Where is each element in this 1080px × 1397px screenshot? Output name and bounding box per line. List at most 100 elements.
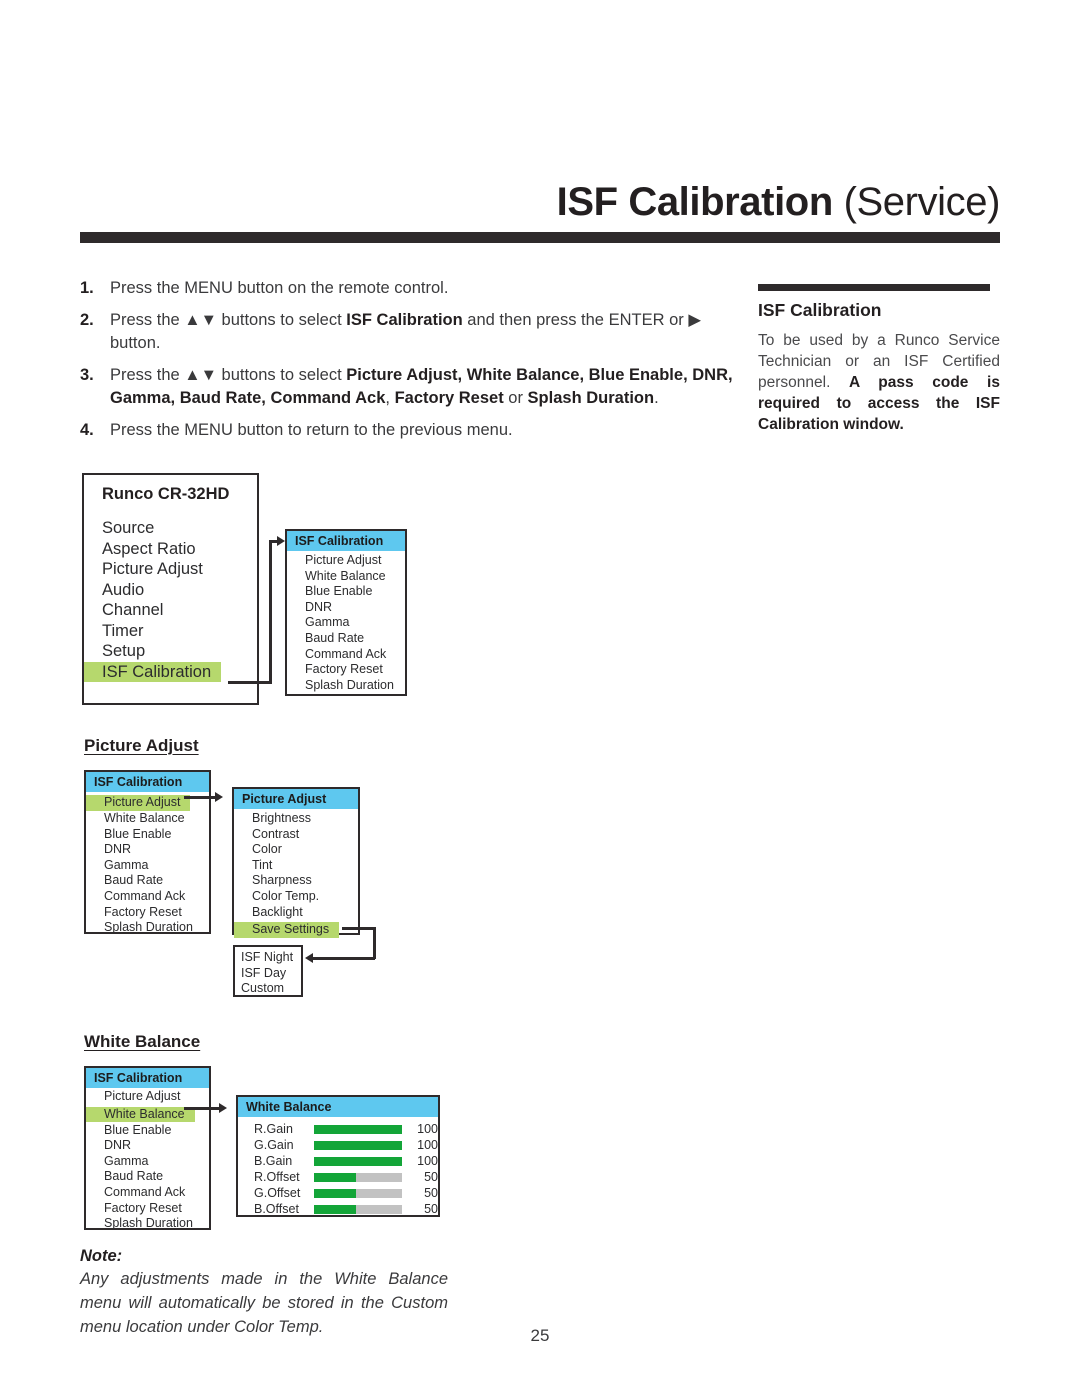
wb-menu-item[interactable]: Command Ack [86,1185,209,1201]
submenu-item[interactable]: Baud Rate [287,631,405,647]
table-row: R.Gain 100 [238,1121,438,1137]
save-connector-v [373,927,376,959]
wb-row-value: 50 [424,1186,438,1200]
step-number: 4. [80,421,94,439]
pa-submenu-item[interactable]: Sharpness [234,873,358,889]
submenu-item[interactable]: White Balance [287,569,405,585]
wb-row-label: G.Offset [254,1186,301,1200]
pa-menu-item[interactable]: DNR [86,842,209,858]
menu-item[interactable]: Channel [84,601,163,619]
table-row: G.Offset 50 [238,1185,438,1201]
pa-submenu-item[interactable]: Backlight [234,905,358,921]
wb-menu-item[interactable]: Factory Reset [86,1201,209,1217]
wb-menu-item-selected[interactable]: White Balance [86,1106,195,1123]
wb-connector-line [184,1107,220,1110]
wb-slider-track[interactable] [313,1140,403,1150]
pa-menu-item[interactable]: Command Ack [86,889,209,905]
pa-submenu-item[interactable]: Tint [234,858,358,874]
connector-line-h [228,681,272,684]
pa-popup-box: ISF Night ISF Day Custom [233,945,303,997]
diagram-main-menu-box: Runco CR-32HD Source Aspect Ratio Pictur… [82,473,259,705]
wb-menu-item[interactable]: DNR [86,1138,209,1154]
submenu-item[interactable]: Blue Enable [287,584,405,600]
wb-connector-arrow-icon [219,1103,227,1113]
wb-slider-fill [313,1124,403,1134]
wb-row-value: 100 [417,1154,438,1168]
popup-item[interactable]: ISF Day [235,966,301,982]
menu-item[interactable]: Setup [84,642,145,660]
menu-item[interactable]: Source [84,519,154,537]
menu-title: Runco CR-32HD [102,485,230,503]
sidebar-note: ISF Calibration To be used by a Runco Se… [758,284,1000,435]
pa-isf-menu-box: ISF Calibration Picture Adjust White Bal… [84,770,211,934]
page-title-regular: (Service) [843,180,1001,224]
wb-slider-fill [313,1204,357,1214]
note-block: Note: Any adjustments made in the White … [80,1245,448,1339]
list-item: 4. Press the MENU button to return to th… [80,419,740,442]
wb-menu-item[interactable]: Baud Rate [86,1169,209,1185]
submenu-item[interactable]: Command Ack [287,647,405,663]
popup-item[interactable]: Custom [235,981,301,997]
wb-slider-track[interactable] [313,1156,403,1166]
pa-menu-item[interactable]: Baud Rate [86,873,209,889]
pa-menu-item[interactable]: Gamma [86,858,209,874]
pa-menu-item[interactable]: Blue Enable [86,827,209,843]
wb-menu-item[interactable]: Gamma [86,1154,209,1170]
wb-menu-item[interactable]: Picture Adjust [86,1089,209,1105]
menu-item[interactable]: Timer [84,622,144,640]
menu-item[interactable]: Aspect Ratio [84,540,196,558]
wb-slider-track[interactable] [313,1204,403,1214]
pa-submenu-item[interactable]: Brightness [234,811,358,827]
section-heading-picture-adjust: Picture Adjust [84,736,199,755]
step-number: 1. [80,279,94,297]
pa-submenu-item[interactable]: Color Temp. [234,889,358,905]
submenu-item[interactable]: Factory Reset [287,662,405,678]
step-text: Press the MENU button on the remote cont… [110,279,449,297]
pa-submenu-item[interactable]: Contrast [234,827,358,843]
pa-submenu-item-selected[interactable]: Save Settings [234,922,340,938]
pa-submenu-box: Picture Adjust Brightness Contrast Color… [232,787,360,938]
pa-menu-item[interactable]: Factory Reset [86,905,209,921]
list-item: 1. Press the MENU button on the remote c… [80,277,740,300]
wb-row-label: R.Gain [254,1122,293,1136]
popup-item[interactable]: ISF Night [235,950,301,966]
sidebar-note-title: ISF Calibration [758,300,882,320]
pa-submenu-header: Picture Adjust [234,789,358,809]
wb-row-label: R.Offset [254,1170,300,1184]
save-connector-h2 [313,957,375,960]
wb-row-label: B.Offset [254,1202,299,1216]
list-item: 2. Press the ▲▼ buttons to select ISF Ca… [80,309,740,355]
wb-row-value: 100 [417,1138,438,1152]
step-text: Press the MENU button to return to the p… [110,421,513,439]
list-item: 3. Press the ▲▼ buttons to select Pictur… [80,364,740,410]
page-title: ISF Calibration (Service) [80,178,1001,226]
wb-menu-item[interactable]: Blue Enable [86,1123,209,1139]
save-connector-h1 [342,927,376,930]
submenu-item[interactable]: Gamma [287,615,405,631]
pa-menu-item[interactable]: Splash Duration [86,920,209,936]
instruction-list: 1. Press the MENU button on the remote c… [80,277,740,451]
pa-connector-arrow-icon [215,792,223,802]
wb-row-label: G.Gain [254,1138,294,1152]
connector-arrow-icon [277,536,285,546]
pa-connector-line [184,796,216,799]
wb-slider-track[interactable] [313,1124,403,1134]
wb-slider-track[interactable] [313,1172,403,1182]
submenu-header: ISF Calibration [287,531,405,551]
submenu-item[interactable]: DNR [287,600,405,616]
title-divider [80,232,1000,243]
pa-menu-item[interactable]: White Balance [86,811,209,827]
menu-item[interactable]: Audio [84,581,144,599]
wb-menu-item[interactable]: Splash Duration [86,1216,209,1232]
menu-item[interactable]: Picture Adjust [84,560,203,578]
pa-menu-item-selected[interactable]: Picture Adjust [86,795,191,811]
submenu-item[interactable]: Picture Adjust [287,553,405,569]
submenu-item[interactable]: Splash Duration [287,678,405,694]
menu-item-selected[interactable]: ISF Calibration [84,661,222,682]
page-title-bold: ISF Calibration [556,180,834,224]
wb-row-value: 100 [417,1122,438,1136]
wb-row-value: 50 [424,1202,438,1216]
save-connector-arrow-icon [305,953,313,963]
pa-submenu-item[interactable]: Color [234,842,358,858]
wb-slider-track[interactable] [313,1188,403,1198]
